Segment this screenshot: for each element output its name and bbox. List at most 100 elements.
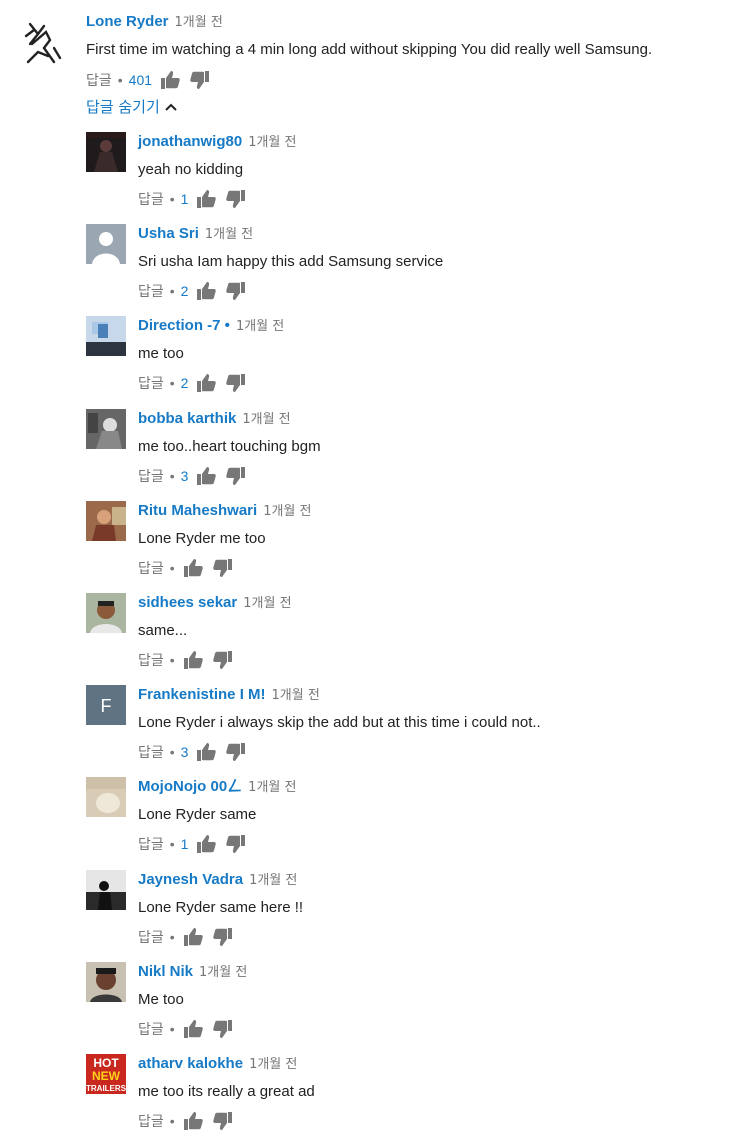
timestamp[interactable]: 1개월 전 (199, 965, 247, 980)
thumbs-up-icon[interactable] (183, 650, 203, 670)
thumbs-up-icon[interactable] (183, 927, 203, 947)
timestamp[interactable]: 1개월 전 (248, 780, 296, 795)
author-name[interactable]: Lone Ryder (86, 13, 169, 30)
thumbs-down-icon[interactable] (212, 1019, 233, 1039)
avatar[interactable] (86, 777, 126, 818)
reply-button[interactable]: 답글 (138, 558, 164, 578)
avatar[interactable] (86, 408, 126, 449)
reply-text: Lone Ryder me too (138, 529, 266, 547)
author-name[interactable]: sidhees sekar (138, 594, 237, 611)
face-photo-2-avatar-icon (86, 961, 126, 1002)
timestamp[interactable]: 1개월 전 (205, 227, 253, 242)
timestamp[interactable]: 1개월 전 (249, 873, 297, 888)
separator-dot: • (169, 375, 175, 392)
dark-photo-avatar-icon (86, 132, 126, 172)
avatar[interactable] (86, 316, 126, 357)
thumbs-up-icon[interactable] (183, 1019, 203, 1039)
thumbs-up-icon[interactable] (196, 466, 217, 486)
author-name[interactable]: Usha Sri (138, 225, 199, 242)
reply-actions: 답글 • (138, 557, 728, 579)
avatar[interactable] (24, 18, 64, 66)
thumbs-down-icon[interactable] (212, 558, 233, 578)
reply-button[interactable]: 답글 (138, 373, 164, 393)
bw-photo-avatar-icon (86, 408, 126, 449)
separator-dot: • (169, 191, 175, 207)
avatar[interactable]: F (86, 685, 126, 726)
hide-replies-button[interactable]: 답글 숨기기 (86, 96, 177, 117)
author-name[interactable]: jonathanwig80 (138, 133, 242, 150)
reply-item: HOT NEW TRAILERS atharv kalokhe 1개월 전 me to… (0, 1050, 741, 1142)
beige-photo-avatar-icon (86, 777, 126, 818)
author-name[interactable]: Ritu Maheshwari (138, 502, 257, 519)
author-name[interactable]: Direction -7 • (138, 317, 230, 334)
reply-item: F Frankenistine I M! 1개월 전 Lone Ryder i a… (0, 681, 741, 773)
thumbs-down-icon[interactable] (226, 466, 246, 486)
thumbs-down-icon[interactable] (226, 189, 246, 209)
thumbs-down-icon[interactable] (226, 834, 246, 854)
reply-actions: 답글 • 3 (138, 741, 728, 763)
thumbs-up-icon[interactable] (196, 834, 217, 854)
timestamp[interactable]: 1개월 전 (243, 596, 291, 611)
avatar[interactable] (86, 961, 126, 1002)
reply-actions: 답글 • 3 (138, 465, 728, 487)
thumbs-up-icon[interactable] (183, 558, 203, 578)
like-count: 2 (180, 375, 189, 392)
thumbs-down-icon[interactable] (212, 927, 233, 947)
avatar[interactable] (86, 132, 126, 172)
timestamp[interactable]: 1개월 전 (175, 15, 223, 30)
thumbs-down-icon[interactable] (226, 281, 246, 301)
avatar[interactable] (86, 592, 126, 633)
reply-button[interactable]: 답글 (138, 834, 164, 854)
thumbs-up-icon[interactable] (160, 70, 180, 90)
reply-button[interactable]: 답글 (138, 1019, 164, 1039)
thumbs-up-icon[interactable] (183, 1111, 203, 1131)
separator-dot: • (169, 1112, 175, 1129)
hot-new-trailers-avatar-icon: HOTNEWTRAILERS (86, 1053, 126, 1094)
timestamp[interactable]: 1개월 전 (248, 135, 296, 150)
author-name[interactable]: bobba karthik (138, 410, 236, 427)
timestamp[interactable]: 1개월 전 (236, 319, 284, 334)
author-name[interactable]: MojoNojo 00ㄥ (138, 778, 242, 795)
author-name[interactable]: Jaynesh Vadra (138, 871, 243, 888)
separator-dot: • (169, 283, 175, 300)
reply-button[interactable]: 답글 (86, 70, 112, 90)
thumbs-up-icon[interactable] (196, 189, 217, 209)
like-count: 1 (180, 191, 189, 207)
reply-button[interactable]: 답글 (138, 466, 164, 486)
timestamp[interactable]: 1개월 전 (249, 1057, 297, 1072)
timestamp[interactable]: 1개월 전 (242, 412, 290, 427)
reply-actions: 답글 • (138, 649, 728, 671)
thumbs-up-icon[interactable] (196, 281, 217, 301)
avatar[interactable] (86, 869, 126, 910)
avatar[interactable]: HOT NEW TRAILERS (86, 1053, 126, 1094)
thumbs-down-icon[interactable] (212, 650, 233, 670)
reply-text: same... (138, 621, 188, 639)
author-name[interactable]: Nikl Nik (138, 963, 193, 980)
thumbs-down-icon[interactable] (226, 373, 246, 393)
svg-text:NEW: NEW (92, 1069, 121, 1083)
letter-F-avatar-icon: F (86, 685, 126, 726)
reply-button[interactable]: 답글 (138, 189, 164, 209)
reply-item: bobba karthik 1개월 전 me too..heart touchin… (0, 405, 741, 497)
like-count: 401 (128, 72, 153, 88)
like-count: 2 (180, 283, 189, 300)
reply-button[interactable]: 답글 (138, 650, 164, 670)
author-name[interactable]: Frankenistine I M! (138, 686, 266, 703)
thumbs-up-icon[interactable] (196, 373, 217, 393)
thumbs-down-icon[interactable] (190, 70, 210, 90)
separator-dot: • (169, 744, 175, 761)
separator-dot: • (169, 836, 175, 853)
reply-item: Direction -7 • 1개월 전 me too 답글 • 2 (0, 312, 741, 404)
reply-button[interactable]: 답글 (138, 927, 164, 947)
avatar[interactable] (86, 224, 126, 265)
avatar[interactable] (86, 500, 126, 541)
timestamp[interactable]: 1개월 전 (263, 504, 311, 519)
author-name[interactable]: atharv kalokhe (138, 1055, 243, 1072)
thumbs-down-icon[interactable] (226, 742, 246, 762)
reply-button[interactable]: 답글 (138, 1111, 164, 1131)
reply-button[interactable]: 답글 (138, 281, 164, 301)
reply-button[interactable]: 답글 (138, 742, 164, 762)
timestamp[interactable]: 1개월 전 (272, 688, 320, 703)
thumbs-up-icon[interactable] (196, 742, 217, 762)
thumbs-down-icon[interactable] (212, 1111, 233, 1131)
